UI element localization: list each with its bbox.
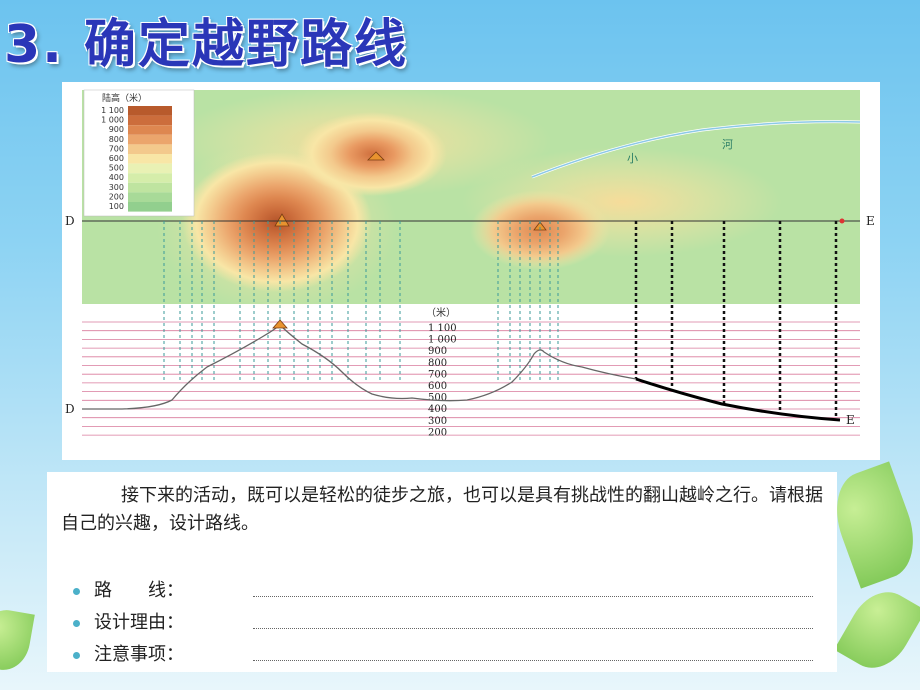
legend-swatch [128, 144, 172, 154]
activity-paragraph: 接下来的活动，既可以是轻松的徒步之旅，也可以是具有挑战性的翻山越岭之行。请根据自… [61, 482, 825, 538]
paragraph-text: 接下来的活动，既可以是轻松的徒步之旅，也可以是具有挑战性的翻山越岭之行。请根据自… [61, 485, 823, 534]
legend-title: 陆高（米） [102, 92, 147, 104]
point-d-map: D [65, 214, 75, 228]
profile-y-label: 1 000 [428, 335, 457, 346]
leaf-decoration [823, 461, 920, 589]
legend-level-label: 200 [109, 192, 124, 201]
profile-y-label: 1 100 [428, 323, 457, 334]
legend-level-label: 600 [109, 154, 124, 163]
legend-swatch [128, 182, 172, 193]
profile-y-label: 300 [428, 416, 447, 427]
answer-line[interactable] [253, 628, 813, 629]
bullet-icon [73, 619, 80, 627]
legend-swatch [128, 115, 172, 126]
legend-level-label: 1 100 [101, 106, 124, 115]
mountain-contour-north [297, 112, 447, 196]
legend-swatch [128, 106, 172, 116]
legend-swatch [128, 202, 172, 212]
slide-title: 3. 确定越野路线 [4, 15, 409, 75]
legend-level-label: 400 [109, 173, 124, 182]
profile-y-label: 700 [428, 369, 447, 380]
route-field[interactable]: 路 线： [73, 576, 813, 602]
field-label: 路 线： [94, 580, 184, 601]
legend-swatch [128, 134, 172, 145]
legend-swatch [128, 192, 172, 202]
bullet-icon [73, 651, 80, 659]
legend-level-label: 100 [109, 202, 124, 211]
point-d-profile: D [65, 402, 75, 416]
legend-level-label: 1 000 [101, 116, 124, 125]
profile-area [82, 320, 860, 440]
leaf-decoration [0, 606, 35, 674]
point-e-profile: E [846, 413, 855, 427]
point-e-map: E [866, 214, 875, 228]
topographic-figure: 小 河 陆高（米） 1 100 1 000 900 800 700 600 500 400 30… [62, 82, 880, 460]
legend-level-label: 500 [109, 164, 124, 173]
river-label: 小 [627, 152, 638, 165]
notes-field[interactable]: 注意事项： [73, 640, 813, 666]
profile-y-label: 600 [428, 381, 447, 392]
profile-y-label: 500 [428, 393, 447, 404]
elevation-legend: 陆高（米） 1 1001 000900800700600500400300200… [83, 89, 195, 217]
river-label: 河 [722, 138, 733, 151]
bullet-icon [73, 587, 80, 595]
topographic-svg: 小 河 陆高（米） 1 1001 00090080070060050040030… [65, 87, 875, 440]
field-label: 设计理由： [94, 612, 184, 633]
profile-y-label: 900 [428, 346, 447, 357]
leaf-decoration [834, 580, 920, 680]
profile-y-label: 800 [428, 358, 447, 369]
field-label: 注意事项： [94, 644, 184, 665]
legend-swatch [128, 125, 172, 135]
legend-level-label: 700 [109, 144, 124, 153]
answer-line[interactable] [253, 660, 813, 661]
legend-level-label: 900 [109, 125, 124, 134]
reason-field[interactable]: 设计理由： [73, 608, 813, 634]
legend-level-label: 800 [109, 135, 124, 144]
legend-swatch [128, 154, 172, 164]
activity-text-panel: 接下来的活动，既可以是轻松的徒步之旅，也可以是具有挑战性的翻山越岭之行。请根据自… [47, 472, 837, 672]
answer-line[interactable] [253, 596, 813, 597]
legend-swatch [128, 173, 172, 183]
legend-level-label: 300 [109, 183, 124, 192]
profile-y-label: 400 [428, 404, 447, 415]
profile-y-label: 200 [428, 427, 447, 438]
legend-swatch [128, 163, 172, 174]
point-e-marker [839, 218, 845, 224]
profile-unit: （米） [426, 306, 456, 319]
